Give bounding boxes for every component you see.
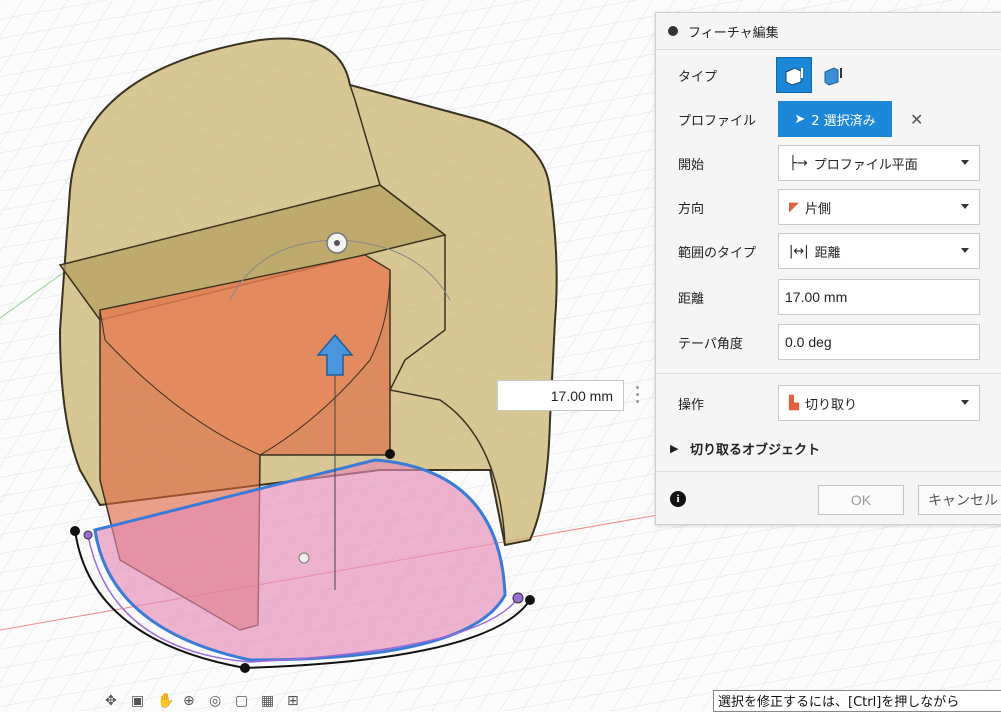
chevron-down-icon xyxy=(961,204,969,209)
solid-extrude-icon xyxy=(785,67,803,86)
one-side-icon: ◤ xyxy=(789,199,799,215)
chevron-down-icon xyxy=(961,400,969,405)
orbit-icon[interactable]: ✥ xyxy=(105,693,125,709)
clear-selection-icon[interactable]: ✕ xyxy=(910,110,923,129)
expand-arrow-icon[interactable]: ▶ xyxy=(670,442,678,455)
cursor-arrow-icon: ➤ xyxy=(794,111,806,127)
chevron-down-icon xyxy=(961,248,969,253)
vertex-point[interactable] xyxy=(525,595,535,605)
vertex-point[interactable] xyxy=(385,449,395,459)
chevron-down-icon xyxy=(961,160,969,165)
panel-header[interactable]: フィーチャ編集 xyxy=(656,13,1001,50)
direction-value: 片側 xyxy=(805,201,832,217)
type-thin-button[interactable] xyxy=(816,58,850,92)
divider xyxy=(656,373,1001,374)
start-label: 開始 xyxy=(678,157,705,173)
extent-type-value: 距離 xyxy=(814,245,841,261)
profile-select-button[interactable]: ➤ 2 選択済み xyxy=(778,101,892,137)
display-settings-icon[interactable]: ▢ xyxy=(235,693,255,709)
look-at-icon[interactable]: ▣ xyxy=(131,693,151,709)
vertex-point[interactable] xyxy=(70,526,80,536)
start-dropdown[interactable]: ├→ プロファイル平面 xyxy=(778,145,980,181)
grid-settings-icon[interactable]: ▦ xyxy=(261,693,281,709)
distance-label: 距離 xyxy=(678,291,705,307)
navigation-toolbar: ✥ ▣ ✋ ⊕ ◎ ▢ ▦ ⊞ xyxy=(105,690,465,711)
distance-icon: |↔| xyxy=(789,243,809,259)
rotation-handle-dot xyxy=(334,240,340,246)
divider xyxy=(656,471,1001,472)
panel-title: フィーチャ編集 xyxy=(688,25,779,41)
status-hint: 選択を修正するには、[Ctrl]を押しながら xyxy=(713,690,1001,712)
feature-edit-panel: フィーチャ編集 タイプ プロファイル ➤ 2 選択済み ✕ 開始 ├→ プロファ… xyxy=(655,12,1001,525)
cancel-button[interactable]: キャンセル xyxy=(918,485,1001,515)
vertex-point[interactable] xyxy=(240,663,250,673)
vertex-point[interactable] xyxy=(83,530,93,540)
taper-label: テーパ角度 xyxy=(678,336,743,352)
cut-icon: ▙ xyxy=(789,395,799,411)
ok-button[interactable]: OK xyxy=(818,485,904,515)
collapse-icon[interactable] xyxy=(668,26,678,36)
operation-dropdown[interactable]: ▙ 切り取り xyxy=(778,385,980,421)
direction-label: 方向 xyxy=(678,201,705,217)
type-solid-button[interactable] xyxy=(776,57,812,93)
profile-center-point[interactable] xyxy=(298,552,310,564)
info-icon[interactable]: i xyxy=(670,491,686,507)
zoom-icon[interactable]: ⊕ xyxy=(183,693,203,709)
vertex-point[interactable] xyxy=(512,592,524,604)
cut-objects-section[interactable]: 切り取るオブジェクト xyxy=(690,439,820,458)
profile-label: プロファイル xyxy=(678,113,757,129)
extent-type-dropdown[interactable]: |↔| 距離 xyxy=(778,233,980,269)
viewports-icon[interactable]: ⊞ xyxy=(287,693,307,709)
drag-handle-icon[interactable] xyxy=(636,386,640,406)
extent-type-label: 範囲のタイプ xyxy=(678,245,757,261)
distance-field[interactable]: 17.00 mm xyxy=(778,279,980,315)
operation-value: 切り取り xyxy=(805,397,858,413)
pan-icon[interactable]: ✋ xyxy=(157,693,177,709)
profile-value: 2 選択済み xyxy=(811,113,876,129)
taper-field[interactable]: 0.0 deg xyxy=(778,324,980,360)
distance-input-field[interactable]: 17.00 mm xyxy=(497,380,624,411)
fit-icon[interactable]: ◎ xyxy=(209,693,229,709)
start-plane-icon: ├→ xyxy=(789,155,808,171)
type-label: タイプ xyxy=(678,69,718,85)
operation-label: 操作 xyxy=(678,397,705,413)
direction-dropdown[interactable]: ◤ 片側 xyxy=(778,189,980,225)
thin-extrude-icon xyxy=(824,67,842,86)
start-value: プロファイル平面 xyxy=(813,157,918,173)
